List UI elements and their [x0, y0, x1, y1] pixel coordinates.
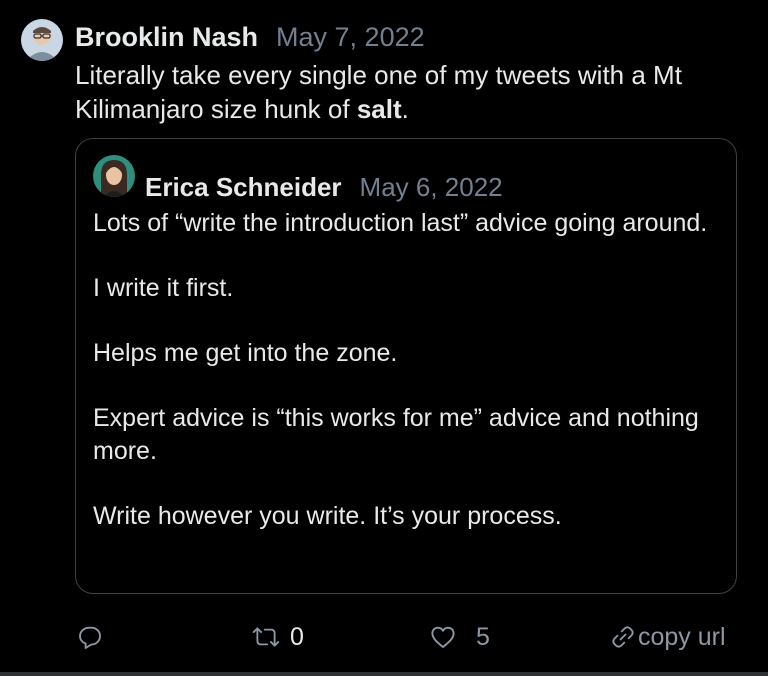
quoted-header: Erica Schneider May 6, 2022 [145, 170, 503, 204]
tweet-text-bold: salt [356, 94, 402, 124]
quoted-text: Lots of “write the introduction last” ad… [93, 207, 723, 565]
retweet-icon [252, 627, 280, 647]
author-name[interactable]: Brooklin Nash [75, 22, 258, 52]
tweet-date[interactable]: May 7, 2022 [276, 22, 425, 52]
tweet-actions: 0 5 copy url [0, 612, 768, 662]
link-icon [612, 626, 634, 648]
tweet: Brooklin Nash May 7, 2022 Literally take … [0, 0, 768, 676]
like-button[interactable]: 5 [428, 612, 490, 662]
quoted-paragraph: Lots of “write the introduction last” ad… [93, 209, 708, 237]
divider [0, 672, 768, 676]
quoted-date[interactable]: May 6, 2022 [360, 172, 503, 202]
quoted-tweet[interactable]: Erica Schneider May 6, 2022 Lots of “writ… [75, 138, 737, 594]
author-avatar[interactable] [21, 19, 63, 61]
copy-url-button[interactable]: copy url [608, 612, 726, 662]
quoted-author-avatar[interactable] [93, 155, 135, 197]
reply-button[interactable] [75, 612, 105, 662]
avatar-man-glasses-icon [21, 19, 63, 61]
like-count: 5 [476, 622, 490, 651]
avatar-woman-icon [93, 155, 135, 197]
quoted-paragraph: Write however you write. It’s your proce… [93, 502, 562, 530]
quoted-paragraph: Expert advice is “this works for me” adv… [93, 404, 699, 465]
tweet-header: Brooklin Nash May 7, 2022 [75, 20, 425, 54]
quoted-paragraph: Helps me get into the zone. [93, 339, 398, 367]
heart-icon [431, 626, 455, 648]
tweet-text-end: . [401, 94, 409, 124]
quoted-paragraph: I write it first. [93, 274, 234, 302]
retweet-count: 0 [290, 622, 304, 651]
retweet-button[interactable]: 0 [250, 612, 304, 662]
tweet-text: Literally take every single one of my tw… [75, 58, 745, 126]
copy-url-label: copy url [638, 622, 726, 651]
reply-icon [79, 626, 101, 649]
quoted-author-name[interactable]: Erica Schneider [145, 172, 342, 202]
